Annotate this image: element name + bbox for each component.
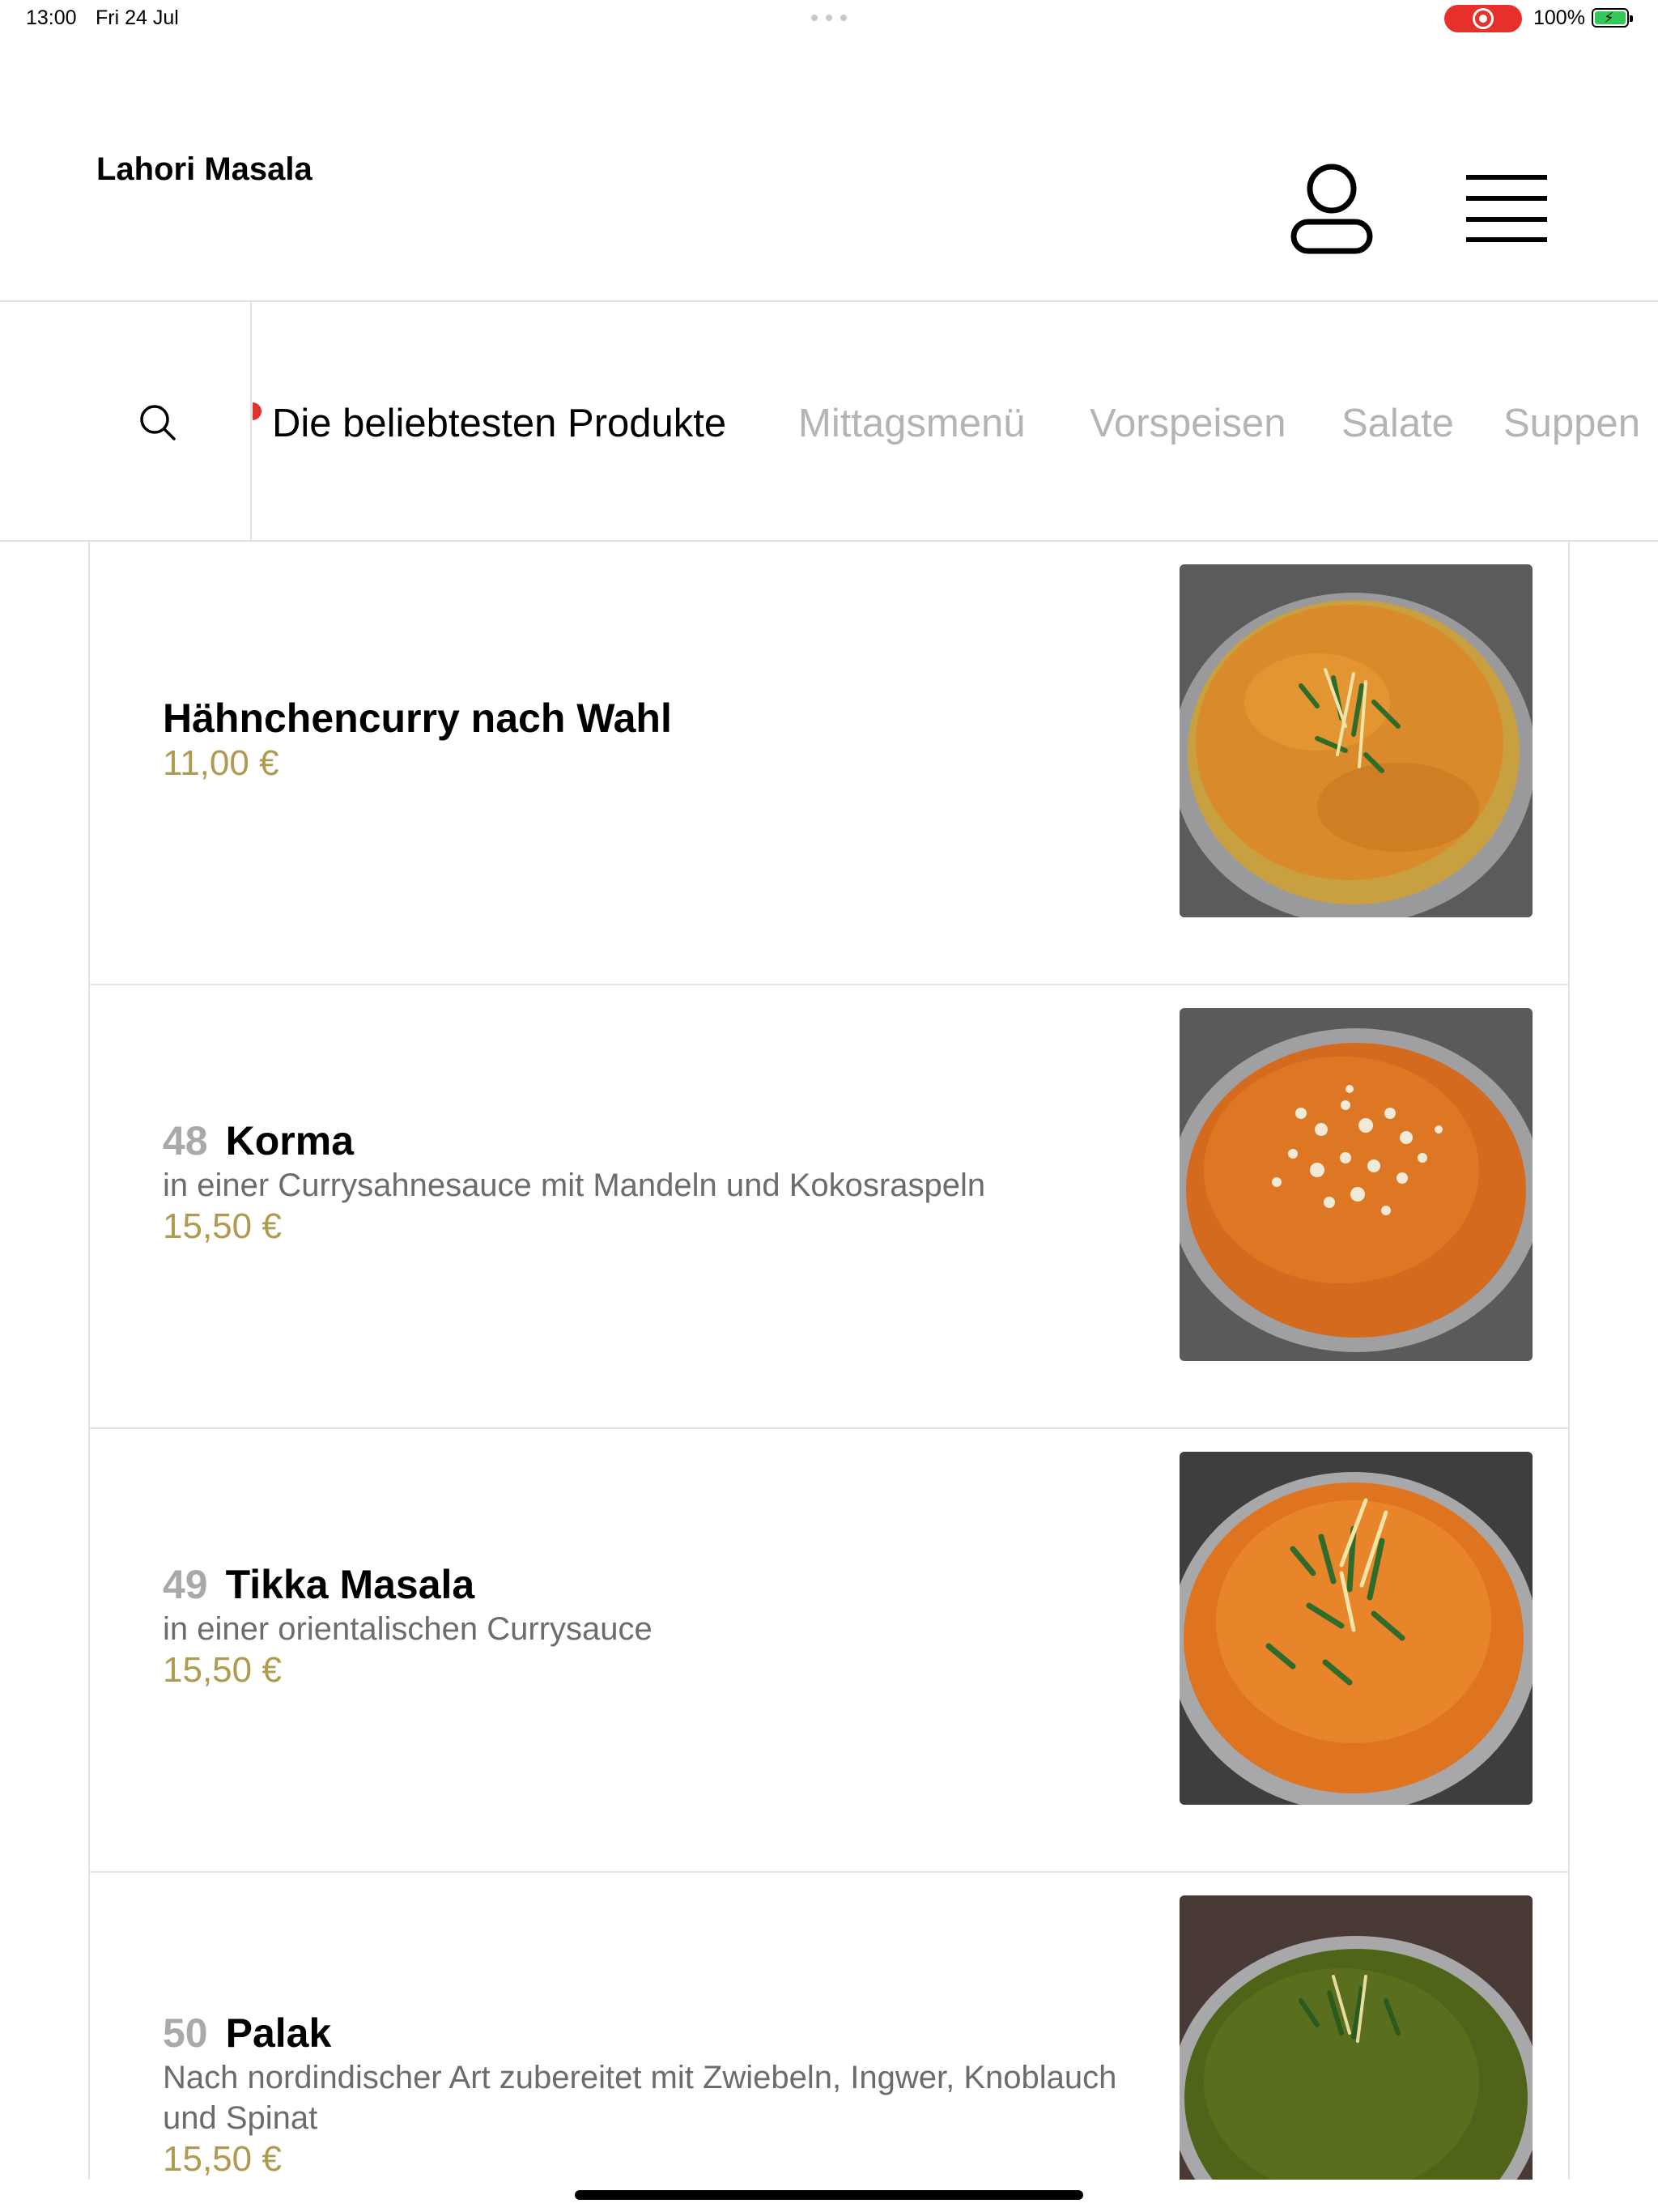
status-date: Fri 24 Jul [96,6,179,29]
product-title: Hähnchencurry nach Wahl [163,694,1147,742]
tab-beliebteste-produkte[interactable]: Die beliebtesten Produkte [272,401,726,446]
tab-vorspeisen[interactable]: Vorspeisen [1090,401,1286,446]
tikka-masala-photo[interactable] [1180,1452,1533,1805]
home-indicator[interactable] [575,2190,1083,2200]
product-item[interactable]: 50 Palak Nach nordindischer Art zubereite… [90,1873,1568,2180]
restaurant-name: Lahori Masala [96,151,312,187]
product-item[interactable]: 49 Tikka Masala in einer orientalischen C… [90,1429,1568,1873]
active-tab-marker [253,402,261,420]
product-description: in einer orientalischen Currysauce [163,1611,653,1647]
product-title: 48 Korma [163,1117,1147,1165]
screen-recording-icon[interactable] [1444,5,1522,32]
status-bar: 13:00 Fri 24 Jul 100% ⚡ [0,0,1658,37]
tab-mittagsmenue[interactable]: Mittagsmenü [798,401,1026,446]
person-icon [1290,164,1373,254]
product-item[interactable]: Hähnchencurry nach Wahl 11,00 € [90,542,1568,985]
tab-suppen[interactable]: Suppen [1503,401,1640,446]
product-price: 11,00 € [163,743,279,783]
menu-button[interactable] [1464,168,1550,246]
palak-photo[interactable] [1180,1895,1533,2180]
product-name: Korma [225,1118,354,1163]
product-name: Palak [225,2010,332,2056]
product-number: 48 [163,1118,208,1163]
product-info: 48 Korma in einer Currysahnesauce mit Man… [163,1117,1147,1248]
product-name: Hähnchencurry nach Wahl [163,696,672,741]
battery-percentage: 100% [1533,6,1585,29]
product-info: Hähnchencurry nach Wahl 11,00 € [163,694,1147,785]
product-price: 15,50 € [163,1206,282,1246]
product-info: 49 Tikka Masala in einer orientalischen C… [163,1560,1147,1691]
account-button[interactable] [1287,162,1376,256]
status-time: 13:00 [26,6,77,29]
product-number: 49 [163,1562,208,1607]
curry-photo[interactable] [1180,564,1533,917]
product-name: Tikka Masala [225,1562,475,1607]
product-price: 15,50 € [163,1650,282,1690]
category-nav: Die beliebtesten Produkte Mittagsmenü Vo… [0,302,1658,542]
search-button[interactable] [0,302,252,540]
korma-photo[interactable] [1180,1008,1533,1361]
tab-salate[interactable]: Salate [1341,401,1454,446]
product-info: 50 Palak Nach nordindischer Art zubereite… [163,2009,1147,2180]
multitasking-dots-icon[interactable] [811,15,847,21]
product-price: 15,50 € [163,2139,282,2179]
product-title: 50 Palak [163,2009,1147,2057]
product-list: Hähnchencurry nach Wahl 11,00 € 48 Korma… [88,542,1570,2180]
search-icon [140,405,176,440]
product-title: 49 Tikka Masala [163,1560,1147,1609]
hamburger-menu-icon [1466,175,1547,242]
app-header: Lahori Masala [0,37,1658,302]
battery-charging-icon: ⚡ [1592,8,1633,28]
product-description: in einer Currysahnesauce mit Mandeln und… [163,1168,986,1203]
product-number: 50 [163,2010,208,2056]
category-tabs: Die beliebtesten Produkte Mittagsmenü Vo… [253,302,1658,540]
product-description: Nach nordindischer Art zubereitet mit Zw… [163,2060,1117,2136]
product-item[interactable]: 48 Korma in einer Currysahnesauce mit Man… [90,985,1568,1429]
